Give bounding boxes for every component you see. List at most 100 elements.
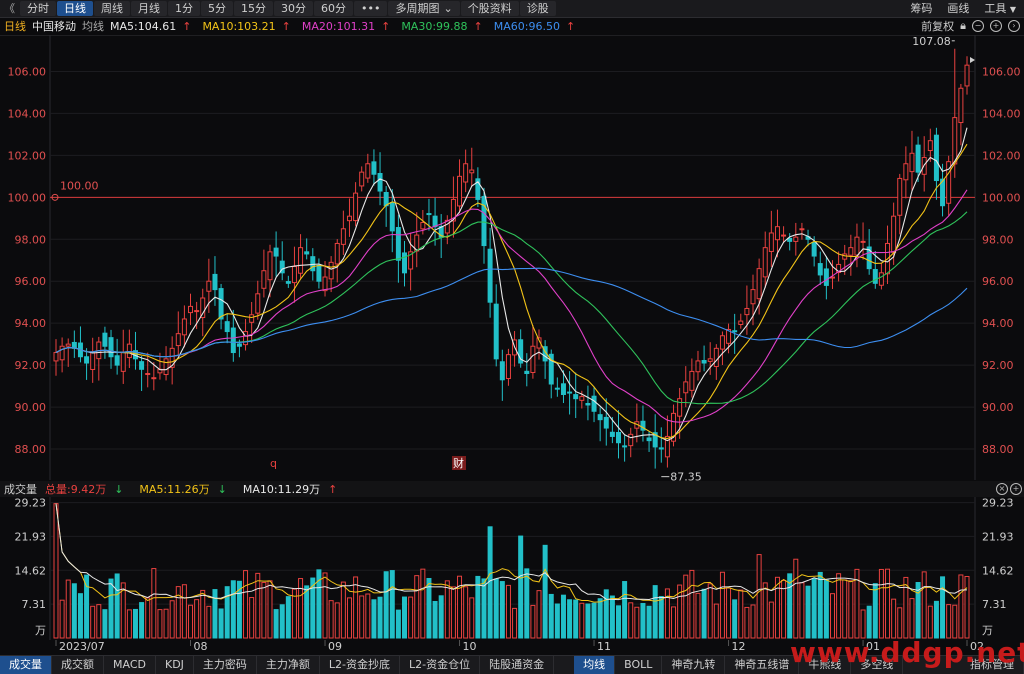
- kline-chart[interactable]: 106.00 106.00 104.00 104.00 102.00 102.00 100.…: [0, 0, 1024, 673]
- candle-body[interactable]: [597, 414, 603, 421]
- volume-bar[interactable]: [756, 554, 762, 639]
- candle-body[interactable]: [316, 264, 322, 282]
- indicator-tab-7[interactable]: L2-资金仓位: [400, 656, 481, 674]
- volume-bar[interactable]: [444, 580, 450, 639]
- volume-bar[interactable]: [860, 609, 866, 639]
- candle-body[interactable]: [848, 247, 854, 256]
- candle-body[interactable]: [481, 195, 487, 247]
- volume-bar[interactable]: [579, 602, 585, 639]
- volume-bar[interactable]: [499, 581, 505, 639]
- volume-bar[interactable]: [609, 595, 615, 639]
- candle-body[interactable]: [328, 261, 334, 280]
- volume-bar[interactable]: [218, 608, 224, 639]
- volume-bar[interactable]: [145, 597, 151, 639]
- volume-bar[interactable]: [169, 600, 175, 639]
- candle-body[interactable]: [499, 361, 505, 381]
- indicator-tab-10[interactable]: BOLL: [615, 656, 663, 674]
- candle-body[interactable]: [732, 330, 738, 333]
- volume-bar[interactable]: [267, 580, 273, 639]
- volume-bar[interactable]: [842, 579, 848, 639]
- volume-bar[interactable]: [964, 575, 970, 639]
- candle-body[interactable]: [695, 360, 701, 373]
- candle-body[interactable]: [750, 289, 756, 305]
- volume-bar[interactable]: [732, 599, 738, 639]
- volume-bar[interactable]: [285, 596, 291, 639]
- indicator-tab-9[interactable]: 均线: [574, 656, 616, 674]
- candle-body[interactable]: [567, 391, 573, 394]
- volume-bar[interactable]: [940, 576, 946, 639]
- candle-body[interactable]: [591, 395, 597, 412]
- indicator-tab-5[interactable]: 主力净额: [257, 656, 320, 674]
- candle-body[interactable]: [554, 387, 560, 390]
- candle-body[interactable]: [854, 236, 860, 256]
- volume-bar[interactable]: [261, 581, 267, 639]
- candle-body[interactable]: [285, 281, 291, 284]
- volume-bar[interactable]: [799, 582, 805, 639]
- volume-bar[interactable]: [230, 580, 236, 639]
- candle-body[interactable]: [897, 177, 903, 216]
- candle-body[interactable]: [860, 240, 866, 243]
- close-icon[interactable]: ×: [996, 483, 1008, 495]
- candle-body[interactable]: [402, 252, 408, 274]
- volume-bar[interactable]: [524, 568, 530, 639]
- volume-bar[interactable]: [102, 609, 108, 639]
- candle-body[interactable]: [658, 447, 664, 450]
- volume-bar[interactable]: [707, 583, 713, 639]
- volume-bar[interactable]: [84, 574, 90, 639]
- candle-body[interactable]: [952, 117, 958, 165]
- candle-body[interactable]: [903, 163, 909, 181]
- candle-body[interactable]: [615, 431, 621, 444]
- candle-body[interactable]: [707, 358, 713, 362]
- volume-bar[interactable]: [823, 579, 829, 639]
- indicator-tab-12[interactable]: 神奇五线谱: [725, 656, 800, 674]
- candle-body[interactable]: [389, 202, 395, 232]
- candle-body[interactable]: [432, 215, 438, 228]
- volume-bar[interactable]: [139, 602, 145, 639]
- volume-bar[interactable]: [408, 596, 414, 639]
- candle-body[interactable]: [719, 335, 725, 350]
- volume-bar[interactable]: [469, 597, 475, 639]
- volume-bar[interactable]: [108, 578, 114, 639]
- candle-body[interactable]: [701, 360, 707, 364]
- volume-bar[interactable]: [836, 573, 842, 639]
- volume-bar[interactable]: [897, 607, 903, 639]
- candle-body[interactable]: [395, 227, 401, 261]
- candle-body[interactable]: [371, 161, 377, 175]
- volume-bar[interactable]: [132, 608, 138, 639]
- volume-bar[interactable]: [652, 585, 658, 639]
- candle-body[interactable]: [646, 437, 652, 442]
- candle-body[interactable]: [689, 370, 695, 391]
- volume-bar[interactable]: [493, 578, 499, 639]
- volume-bar[interactable]: [53, 503, 59, 639]
- volume-bar[interactable]: [96, 604, 102, 639]
- volume-bar[interactable]: [817, 571, 823, 639]
- volume-bar[interactable]: [114, 573, 120, 639]
- candle-body[interactable]: [322, 276, 328, 292]
- candle-body[interactable]: [151, 377, 157, 380]
- indicator-tab-0[interactable]: 成交量: [0, 656, 52, 674]
- indicator-tab-6[interactable]: L2-资金抄底: [320, 656, 401, 674]
- candle-body[interactable]: [463, 163, 469, 183]
- volume-bar[interactable]: [750, 604, 756, 639]
- volume-bar[interactable]: [298, 578, 304, 639]
- volume-bar[interactable]: [346, 597, 352, 639]
- volume-bar[interactable]: [597, 598, 603, 639]
- candle-body[interactable]: [273, 247, 279, 257]
- volume-bar[interactable]: [175, 586, 181, 639]
- candle-body[interactable]: [426, 213, 432, 216]
- candle-body[interactable]: [927, 140, 933, 152]
- candle-body[interactable]: [817, 263, 823, 276]
- candle-body[interactable]: [609, 431, 615, 437]
- volume-bar[interactable]: [952, 604, 958, 639]
- volume-bar[interactable]: [157, 609, 163, 639]
- candle-body[interactable]: [799, 228, 805, 231]
- candle-body[interactable]: [493, 303, 499, 360]
- candle-body[interactable]: [762, 247, 768, 278]
- candle-body[interactable]: [487, 248, 493, 303]
- candle-body[interactable]: [212, 273, 218, 291]
- volume-bar[interactable]: [640, 602, 646, 639]
- volume-bar[interactable]: [738, 589, 744, 639]
- volume-bar[interactable]: [304, 585, 310, 639]
- volume-bar[interactable]: [334, 602, 340, 639]
- volume-bar[interactable]: [946, 604, 952, 639]
